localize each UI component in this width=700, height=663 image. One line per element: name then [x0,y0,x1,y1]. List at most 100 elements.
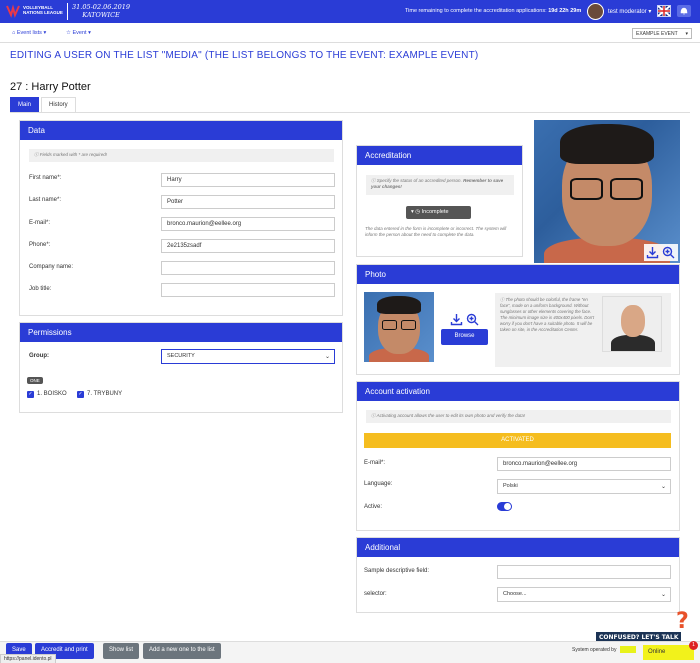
activation-card-title: Account activation [357,382,679,401]
person-title: 27 : Harry Potter [10,81,91,93]
clock-icon: ◷ [415,209,421,215]
add-new-button[interactable]: Add a new one to the list [143,643,221,659]
thumb-hair [377,296,421,314]
download-icon[interactable] [646,246,659,259]
toggle-knob [504,503,511,510]
photo-card-title: Photo [357,265,679,284]
first-name-label: First name*: [29,175,62,181]
photo-hair [560,124,654,164]
event-select[interactable]: EXAMPLE EVENT ▾ [632,28,692,39]
email-input[interactable]: bronco.maurion@eellee.org [161,217,335,231]
last-name-label: Last name*: [29,197,62,203]
photo-hint: ⓘ The photo should be colorful, the fram… [500,297,595,332]
sample-shirt [611,335,655,351]
language-select[interactable]: Polski ⌄ [497,479,671,494]
logo-text: VOLLEYBALL NATIONS LEAGUE [23,5,63,15]
sample-photo [602,296,662,352]
photo-thumbnail [364,292,434,362]
accreditation-status-button[interactable]: ▾ ◷ Incomplete [406,206,471,219]
checkbox-boisko[interactable]: ✓ [27,391,34,398]
tab-history[interactable]: History [41,97,76,112]
online-count-badge: 1 [689,641,698,650]
chevron-down-icon: ⌄ [660,592,666,598]
show-list-button[interactable]: Show list [103,643,140,659]
operator-logo [620,646,636,653]
required-hint: ⓘ Fields marked with * are required! [29,149,334,162]
photo-hint-text: The photo should be colorful, the frame … [500,297,595,332]
language-select-value: Polski [503,483,518,489]
email-label: E-mail*: [29,220,51,226]
selector-select[interactable]: Choose... ⌄ [497,587,671,602]
divider [67,3,68,20]
event-select-value: EXAMPLE EVENT [636,31,678,37]
star-icon: ☆ [66,30,71,36]
activation-email-label: E-mail*: [364,460,386,466]
group-label: Group: [29,353,49,359]
accreditation-status: Incomplete [421,209,449,215]
permissions-card: Permissions [19,322,343,413]
required-hint-text: Fields marked with * are required! [39,152,108,157]
top-bar: VOLLEYBALL NATIONS LEAGUE 31.05-02.06.20… [0,0,700,23]
language-label: Language: [364,481,393,487]
download-icon[interactable] [450,313,463,326]
event-city: KATOWICE [82,11,120,19]
company-name-label: Company name: [29,264,74,270]
profile-photo [534,120,680,263]
user-avatar[interactable] [587,3,604,20]
activated-status-bar: ACTIVATED [364,433,671,448]
active-toggle[interactable] [497,502,512,511]
last-name-input[interactable]: Potter [161,195,335,209]
permissions-card-title: Permissions [20,323,342,342]
status-url: https://panel.idento.pl [0,654,56,663]
job-title-input[interactable] [161,283,335,297]
browse-button[interactable]: Browse [441,329,488,345]
user-menu[interactable]: test moderator ▾ [608,8,651,15]
time-remaining-label: Time remaining to complete the accredita… [405,8,547,14]
selector-label: selector: [364,591,387,597]
activation-hint: ⓘ Activating account allows the user to … [366,410,671,423]
bell-icon[interactable] [677,5,691,17]
first-name-input[interactable]: Harry [161,173,335,187]
accreditation-card-title: Accreditation [357,146,522,165]
sample-field-input[interactable] [497,565,671,579]
event-menu[interactable]: ☆ Event ▾ [66,30,91,36]
time-remaining: Time remaining to complete the accredita… [405,8,581,14]
data-card-title: Data [20,121,342,140]
page-title: EDITING A USER ON THE LIST "MEDIA" (THE … [10,50,479,61]
checkbox-trybuny-label: 7. TRYBUNY [87,391,123,397]
tab-underline [10,112,690,113]
zoom-in-icon[interactable] [466,313,479,326]
event-dates: 31.05-02.06.2019 KATOWICE [72,3,130,19]
event-lists-menu[interactable]: ⌂ Event lists ▾ [12,30,46,36]
zoom-in-icon[interactable] [662,246,675,259]
help-question-icon[interactable]: ? [676,609,689,634]
event-label: Event [72,30,87,36]
sub-navigation: ⌂ Event lists ▾ ☆ Event ▾ [0,23,700,43]
online-status[interactable]: Online [643,645,694,660]
tag-icon: ⌂ [12,30,16,36]
operated-by-label: System operated by [572,647,617,653]
checkbox-trybuny[interactable]: ✓ [77,391,84,398]
chevron-down-icon: ⌄ [660,484,666,490]
phone-label: Phone*: [29,242,51,248]
thumb-glasses-left [382,320,397,330]
accreditation-hint-text: Specify the status of an accredited pers… [376,178,462,183]
tab-main[interactable]: Main [10,97,40,112]
company-name-input[interactable] [161,261,335,275]
chevron-down-icon: ▾ [685,31,688,37]
sample-field-label: Sample descriptive field: [364,568,430,574]
checkbox-boisko-label: 1. BOISKO [37,391,67,397]
group-select[interactable]: SECURITY ⌄ [161,349,335,364]
job-title-label: Job title: [29,286,52,292]
additional-card-title: Additional [357,538,679,557]
accreditation-hint: ⓘ Specify the status of an accredited pe… [366,175,514,195]
time-remaining-value: 19d 22h 29m [548,8,582,14]
thumb-glasses-right [401,320,416,330]
activation-card: Account activation [356,381,680,531]
vnl-logo [6,4,20,18]
phone-input[interactable]: 2e2135zsadf [161,239,335,253]
activation-email-input[interactable]: bronco.maurion@eellee.org [497,457,671,471]
language-flag-icon[interactable] [657,5,671,17]
accreditation-card: Accreditation [356,145,523,257]
chevron-down-icon: ⌄ [324,354,330,360]
